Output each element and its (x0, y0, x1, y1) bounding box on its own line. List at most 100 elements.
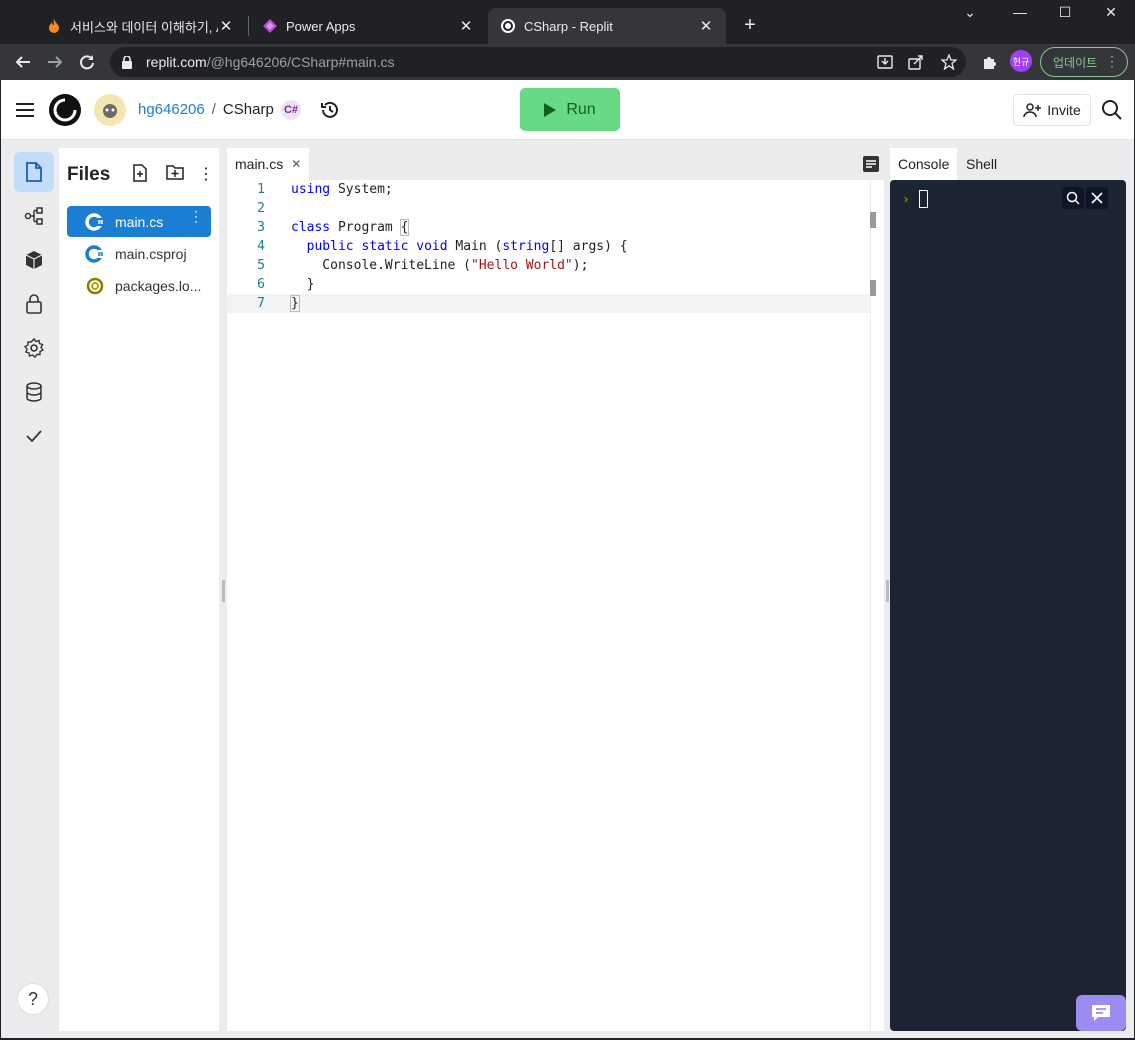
workspace-header: hg646206 / CSharp C# Run Invite (1, 80, 1134, 140)
code-line[interactable]: 2 (227, 199, 870, 218)
file-name: main.cs (115, 213, 164, 230)
database-button[interactable] (14, 372, 54, 412)
share-icon[interactable] (906, 52, 926, 72)
run-button[interactable]: Run (520, 88, 620, 131)
close-tab-icon[interactable]: ✕ (218, 17, 234, 35)
forward-button[interactable] (43, 50, 67, 74)
editor-tab-label: main.cs (235, 156, 284, 172)
close-window-button[interactable]: ✕ (1096, 4, 1126, 21)
nuget-icon (85, 276, 105, 296)
run-label: Run (566, 100, 596, 118)
extensions-icon[interactable] (979, 52, 999, 72)
line-number: 5 (257, 258, 265, 273)
profile-avatar[interactable]: 현규 (1010, 50, 1032, 72)
new-tab-button[interactable]: + (739, 14, 761, 37)
editor-tabbar: main.cs ✕ (227, 148, 884, 180)
minimize-button[interactable]: — (1005, 4, 1035, 20)
breadcrumb-separator: / (211, 101, 216, 118)
file-name: main.csproj (115, 245, 187, 262)
database-icon (26, 382, 42, 402)
version-control-button[interactable] (14, 196, 54, 236)
chat-icon[interactable] (1076, 995, 1126, 1031)
console-clear-icon[interactable] (1086, 187, 1108, 209)
editor-scrollbar[interactable] (870, 180, 884, 1031)
tool-rail: ? (1, 140, 59, 1038)
code-line[interactable]: 5 Console.WriteLine ("Hello World"); (227, 256, 870, 275)
play-icon (544, 102, 557, 117)
code-line[interactable]: 3 class Program { (227, 218, 870, 237)
username-link[interactable]: hg646206 (138, 101, 205, 118)
install-icon[interactable] (875, 52, 895, 72)
tests-button[interactable] (14, 416, 54, 456)
invite-button[interactable]: Invite (1013, 94, 1091, 126)
file-item-packages-lock[interactable]: packages.lo... (67, 270, 211, 301)
code-area[interactable]: 1 using System; 2 3 class Program { 4 publ… (227, 180, 870, 313)
browser-tabstrip: 서비스와 데이터 이해하기, A ✕ Power Apps ✕ CSharp -… (0, 0, 1135, 44)
console-cursor (919, 190, 928, 208)
browser-tab-2[interactable]: Power Apps ✕ (250, 8, 486, 44)
replit-logo-icon[interactable] (48, 93, 82, 127)
file-name: packages.lo... (115, 277, 202, 294)
file-icon (26, 162, 42, 182)
secrets-button[interactable] (14, 284, 54, 324)
panel-resize-handle[interactable] (886, 580, 889, 602)
line-number: 2 (257, 201, 265, 216)
browser-tab-1[interactable]: 서비스와 데이터 이해하기, A ✕ (34, 8, 246, 44)
update-label: 업데이트 (1053, 55, 1098, 70)
close-icon[interactable]: ✕ (291, 157, 301, 171)
browser-tab-title: Power Apps (286, 18, 356, 34)
file-item-main-cs[interactable]: main.cs ⋮ (67, 206, 211, 237)
back-button[interactable] (11, 50, 35, 74)
replit-icon (500, 18, 516, 34)
files-panel: Files ⋮ main.cs ⋮ main.csproj packages.l… (59, 148, 219, 1031)
package-cube-icon (25, 251, 43, 269)
code-line[interactable]: 6 } (227, 275, 870, 294)
add-folder-icon[interactable] (166, 164, 184, 182)
help-button[interactable]: ? (17, 983, 49, 1015)
file-menu-icon[interactable]: ⋮ (189, 209, 203, 223)
line-number: 6 (257, 277, 265, 292)
browser-tab-title: 서비스와 데이터 이해하기, A (70, 19, 218, 35)
maximize-button[interactable]: ☐ (1050, 4, 1080, 21)
line-number: 7 (257, 296, 265, 311)
files-tool-button[interactable] (14, 152, 54, 192)
file-item-main-csproj[interactable]: main.csproj (67, 238, 211, 269)
search-icon[interactable] (1101, 99, 1123, 121)
repl-name[interactable]: CSharp (223, 101, 274, 118)
console-output[interactable]: › (890, 180, 1126, 1031)
files-more-icon[interactable]: ⋮ (197, 164, 215, 183)
user-avatar[interactable] (94, 94, 126, 126)
code-line[interactable]: 4 public static void Main (string[] args… (227, 237, 870, 256)
power-apps-icon (262, 18, 278, 34)
more-menu-icon[interactable]: ⋮ (1105, 53, 1119, 70)
browser-tab-3[interactable]: CSharp - Replit ✕ (488, 8, 726, 44)
flame-icon (46, 18, 62, 34)
line-number: 3 (257, 220, 265, 235)
tab-console[interactable]: Console (890, 148, 958, 180)
editor-tab-main-cs[interactable]: main.cs ✕ (227, 148, 309, 180)
lock-icon (122, 55, 136, 69)
outline-icon[interactable] (863, 156, 879, 172)
close-tab-icon[interactable]: ✕ (698, 17, 714, 35)
add-file-icon[interactable] (132, 164, 150, 182)
settings-button[interactable] (14, 328, 54, 368)
scrollbar-marker (870, 212, 876, 228)
tab-shell[interactable]: Shell (958, 148, 1005, 180)
console-tabbar: Console Shell (890, 148, 1128, 180)
console-pane: Console Shell › (890, 148, 1128, 1031)
panel-resize-handle[interactable] (222, 580, 225, 602)
history-icon[interactable] (319, 99, 341, 121)
bookmark-star-icon[interactable] (939, 52, 959, 72)
code-line-current[interactable]: 7} (227, 294, 870, 313)
tab-search-icon[interactable]: ⌄ (955, 4, 985, 21)
packages-button[interactable] (14, 240, 54, 280)
close-tab-icon[interactable]: ✕ (458, 17, 474, 35)
csharp-icon (85, 244, 105, 264)
code-line[interactable]: 1 using System; (227, 180, 870, 199)
reload-button[interactable] (75, 50, 99, 74)
invite-label: Invite (1047, 102, 1081, 118)
address-bar[interactable]: replit.com/@hg646206/CSharp#main.cs (110, 47, 966, 77)
menu-icon[interactable] (15, 100, 35, 120)
console-search-icon[interactable] (1062, 187, 1084, 209)
update-button[interactable]: 업데이트 ⋮ (1040, 47, 1128, 77)
